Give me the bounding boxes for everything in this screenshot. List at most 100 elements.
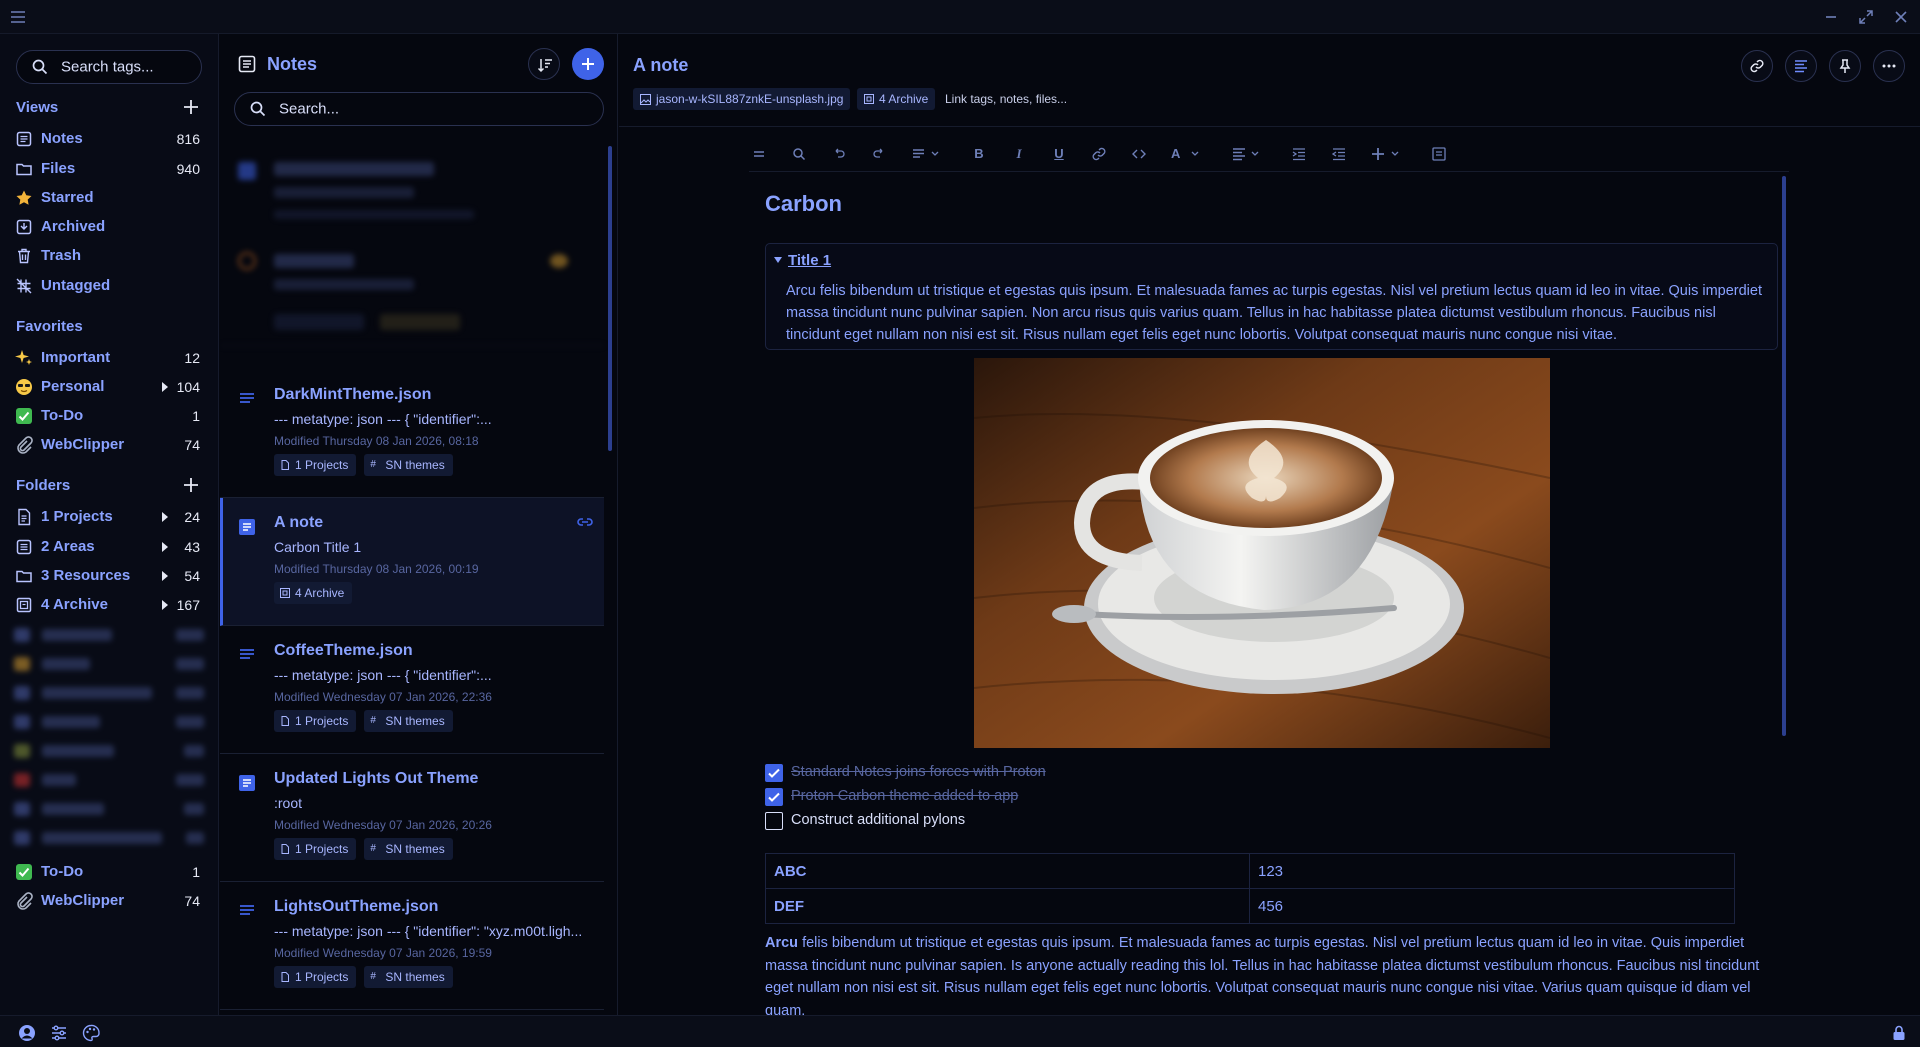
sidebar-item-todo-tag[interactable]: To-Do 1 (0, 858, 218, 886)
sidebar-item-label: Personal (41, 378, 105, 395)
sidebar-item-files[interactable]: Files 940 (0, 155, 218, 183)
note-type-button[interactable] (1785, 50, 1817, 82)
file-chip-label: jason-w-kSIL887znkE-unsplash.jpg (656, 92, 844, 106)
sidebar-item-label: WebClipper (41, 892, 125, 909)
search-icon[interactable] (791, 146, 807, 162)
tag-chip[interactable]: 4 Archive (857, 88, 936, 110)
collapsible-title[interactable]: Title 1 (774, 252, 831, 269)
embedded-coffee-image[interactable] (974, 358, 1550, 748)
account-icon[interactable] (18, 1024, 36, 1042)
checklist-item-text: Construct additional pylons (791, 812, 966, 828)
expand-arrow-icon[interactable] (162, 571, 168, 581)
note-item[interactable]: Updated Lights Out Theme :root Modified … (220, 754, 604, 882)
sidebar-item-label: Important (41, 349, 111, 366)
link-icon[interactable] (1091, 146, 1107, 162)
document-icon (280, 972, 290, 982)
code-icon[interactable] (1131, 146, 1147, 162)
sidebar-item-webclipper[interactable]: WebClipper 74 (0, 431, 218, 459)
pin-button[interactable] (1829, 50, 1861, 82)
sidebar-item-webclipper-tag[interactable]: WebClipper 74 (0, 887, 218, 915)
note-modified: Modified Thursday 08 Jan 2026, 08:18 (274, 434, 479, 448)
lock-icon[interactable] (1890, 1024, 1908, 1042)
sidebar-item-label: Untagged (41, 277, 111, 294)
sort-button[interactable] (528, 48, 560, 80)
editor-scrollbar[interactable] (1782, 176, 1786, 736)
note-modified: Modified Wednesday 07 Jan 2026, 20:26 (274, 818, 492, 832)
notes-search-input[interactable]: Search... (234, 92, 604, 126)
sidebar-item-trash[interactable]: Trash (0, 242, 218, 270)
redo-icon[interactable] (871, 146, 887, 162)
table-cell[interactable]: DEF (765, 888, 1250, 924)
hamburger-menu-icon[interactable] (9, 8, 27, 26)
expand-arrow-icon[interactable] (162, 600, 168, 610)
blurred-sidebar-item (14, 626, 204, 642)
file-chip[interactable]: jason-w-kSIL887znkE-unsplash.jpg (633, 88, 851, 110)
note-tag: 1 Projects (274, 710, 357, 732)
table-cell[interactable]: 456 (1249, 888, 1735, 924)
sidebar-item-2-areas[interactable]: 2 Areas 43 (0, 533, 218, 561)
maximize-icon[interactable] (1857, 8, 1875, 26)
note-item[interactable]: LightsOutTheme.json --- metatype: json -… (220, 882, 604, 1010)
notes-scrollbar[interactable] (608, 146, 612, 451)
expand-arrow-icon[interactable] (162, 382, 168, 392)
sidebar-item-count: 43 (184, 539, 200, 555)
sidebar-item-3-resources[interactable]: 3 Resources 54 (0, 562, 218, 590)
theme-palette-icon[interactable] (82, 1024, 100, 1042)
collapsible-section[interactable]: Title 1 Arcu felis bibendum ut tristique… (765, 243, 1778, 350)
table-of-contents-icon[interactable] (1431, 146, 1447, 162)
table-row: DEF 456 (765, 888, 1735, 924)
table-cell[interactable]: ABC (765, 853, 1250, 889)
checkbox-checked-icon[interactable] (765, 788, 783, 806)
text-color-dropdown-icon[interactable]: A (1171, 146, 1201, 162)
sidebar-item-count: 54 (184, 568, 200, 584)
add-view-icon[interactable] (182, 98, 200, 116)
sidebar-item-todo[interactable]: To-Do 1 (0, 402, 218, 430)
blurred-sidebar-item (14, 800, 204, 816)
expand-arrow-icon[interactable] (162, 542, 168, 552)
indent-icon[interactable] (1291, 146, 1307, 162)
blocks-icon[interactable] (751, 146, 767, 162)
tag-search-input[interactable]: Search tags... (16, 50, 202, 84)
preferences-icon[interactable] (50, 1024, 68, 1042)
sidebar-item-4-archive[interactable]: 4 Archive 167 (0, 591, 218, 619)
sidebar-item-count: 104 (176, 379, 200, 395)
link-button[interactable] (1741, 50, 1773, 82)
sidebar-item-notes[interactable]: Notes 816 (0, 125, 218, 153)
bold-icon[interactable]: B (971, 146, 987, 162)
note-item-selected[interactable]: A note Carbon Title 1 Modified Thursday … (220, 498, 604, 626)
italic-icon[interactable]: I (1011, 146, 1027, 162)
more-options-button[interactable] (1873, 50, 1905, 82)
minimize-icon[interactable] (1822, 8, 1840, 26)
paragraph-text: felis bibendum ut tristique et egestas q… (765, 935, 1760, 1019)
sidebar-item-1-projects[interactable]: 1 Projects 24 (0, 503, 218, 531)
paragraph-style-dropdown-icon[interactable] (911, 146, 941, 162)
archive-box-icon (864, 94, 874, 104)
list-icon (15, 538, 33, 556)
alignment-dropdown-icon[interactable] (1231, 146, 1261, 162)
underline-icon[interactable]: U (1051, 146, 1067, 162)
new-note-button[interactable] (572, 48, 604, 80)
blurred-sidebar-item (14, 742, 204, 758)
close-icon[interactable] (1892, 8, 1910, 26)
checkbox-unchecked-icon[interactable] (765, 812, 783, 830)
note-title-input[interactable]: A note (633, 55, 688, 76)
blurred-sidebar-item (14, 655, 204, 671)
sidebar-item-starred[interactable]: Starred (0, 184, 218, 212)
note-preview: :root (274, 795, 303, 811)
sidebar-item-untagged[interactable]: Untagged (0, 272, 218, 300)
table-cell[interactable]: 123 (1249, 853, 1735, 889)
outdent-icon[interactable] (1331, 146, 1347, 162)
sidebar-item-personal[interactable]: Personal 104 (0, 373, 218, 401)
checkbox-checked-icon[interactable] (765, 764, 783, 782)
sidebar-item-archived[interactable]: Archived (0, 213, 218, 241)
pin-icon (1839, 59, 1851, 73)
insert-dropdown-icon[interactable] (1371, 146, 1401, 162)
expand-arrow-icon[interactable] (162, 512, 168, 522)
notes-icon (15, 130, 33, 148)
note-item[interactable]: CoffeeTheme.json --- metatype: json --- … (220, 626, 604, 754)
add-folder-icon[interactable] (182, 476, 200, 494)
link-input[interactable]: Link tags, notes, files... (945, 92, 1067, 106)
note-item[interactable]: DarkMintTheme.json --- metatype: json --… (220, 370, 604, 498)
undo-icon[interactable] (831, 146, 847, 162)
sidebar-item-important[interactable]: Important 12 (0, 344, 218, 372)
